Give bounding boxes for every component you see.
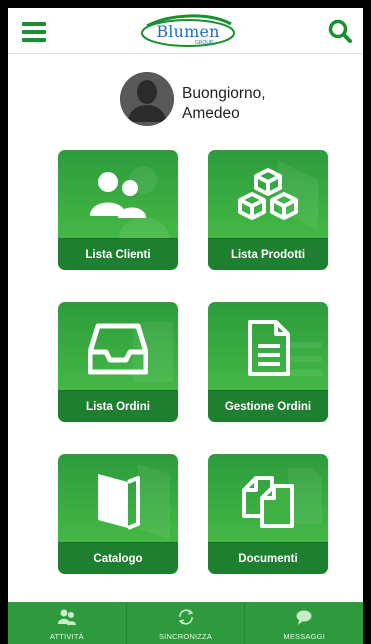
tile-documenti[interactable]: Documenti	[208, 454, 328, 574]
tile-label: Lista Clienti	[58, 238, 178, 270]
nav-label: SINCRONIZZA	[158, 632, 213, 641]
search-icon	[328, 19, 352, 43]
logo-text: Blumen	[156, 22, 220, 41]
tile-label: Lista Prodotti	[208, 238, 328, 270]
nav-attivita[interactable]: ATTIVITÀ	[8, 602, 127, 644]
nav-messaggi[interactable]: MESSAGGI	[245, 602, 363, 644]
chat-bubble-icon	[296, 610, 312, 625]
hamburger-icon	[22, 22, 46, 26]
hamburger-icon-line	[22, 30, 46, 34]
user-avatar	[120, 72, 174, 126]
boxes-icon	[238, 168, 298, 220]
user-silhouette-icon	[120, 72, 174, 126]
sync-icon	[178, 609, 193, 625]
users-icon	[90, 172, 146, 218]
greeting-line1: Buongiorno,	[182, 85, 266, 102]
tile-label: Lista Ordini	[58, 390, 178, 422]
nav-label: ATTIVITÀ	[49, 632, 84, 641]
app-header: Blumen GROUP	[8, 8, 363, 54]
tile-label: Documenti	[208, 542, 328, 574]
tile-lista-ordini[interactable]: Lista Ordini	[58, 302, 178, 422]
nav-label: MESSAGGI	[283, 632, 325, 641]
hamburger-menu-button[interactable]	[22, 22, 46, 42]
app-screen: Blumen GROUP Buongiorno, Amedeo Lista Cl…	[8, 8, 363, 644]
tile-lista-prodotti[interactable]: Lista Prodotti	[208, 150, 328, 270]
users-icon	[57, 609, 76, 625]
bottom-navigation-bar: ATTIVITÀ SINCRONIZZA MESSAGGI	[8, 602, 363, 644]
blumen-logo: Blumen GROUP	[139, 14, 237, 48]
tile-label: Gestione Ordini	[208, 390, 328, 422]
logo-subtext: GROUP	[195, 40, 214, 46]
book-icon	[98, 474, 140, 530]
document-list-icon	[248, 320, 290, 376]
nav-sincronizza[interactable]: SINCRONIZZA	[127, 602, 246, 644]
tile-gestione-ordini[interactable]: Gestione Ordini	[208, 302, 328, 422]
inbox-tray-icon	[88, 323, 148, 375]
tile-lista-clienti[interactable]: Lista Clienti	[58, 150, 178, 270]
user-name: Amedeo	[182, 105, 240, 122]
greeting-text: Buongiorno, Amedeo	[182, 84, 342, 124]
documents-icon	[242, 476, 294, 528]
search-button[interactable]	[327, 18, 353, 44]
hamburger-icon-line	[22, 38, 46, 42]
tile-label: Catalogo	[58, 542, 178, 574]
tile-catalogo[interactable]: Catalogo	[58, 454, 178, 574]
